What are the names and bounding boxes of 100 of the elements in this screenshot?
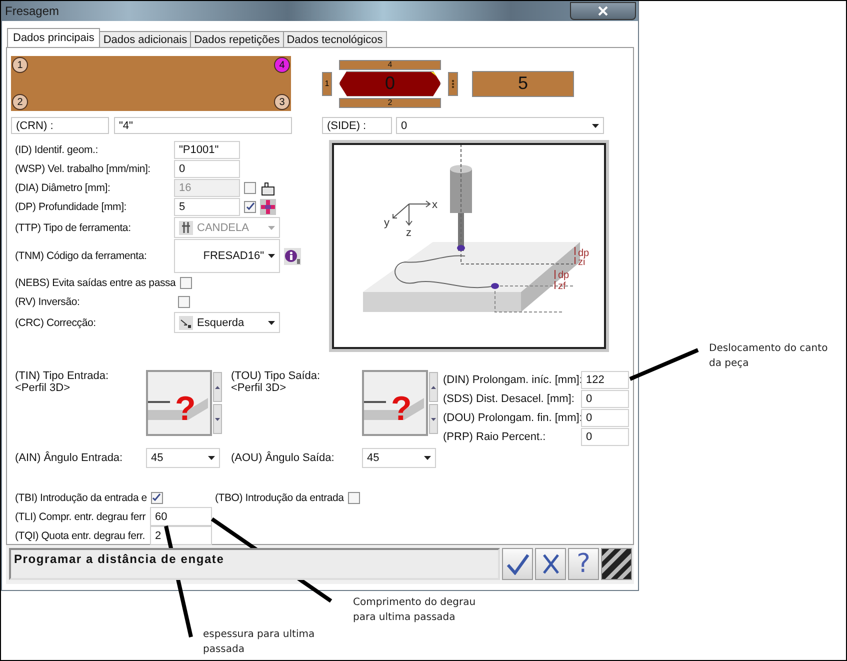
field-label: (DP) Profundidade [mm]: bbox=[14, 200, 128, 212]
dropdown[interactable]: FRESAD16" bbox=[174, 239, 280, 273]
cross-icon[interactable] bbox=[260, 198, 276, 214]
tab[interactable]: Dados tecnológicos bbox=[282, 31, 387, 47]
annotation-text: Deslocamento do canto da peça bbox=[709, 342, 829, 371]
up-arrow-icon bbox=[431, 386, 436, 388]
field-label: (TNM) Código da ferramenta: bbox=[14, 250, 148, 262]
cancel-button[interactable] bbox=[535, 548, 566, 580]
angle-dropdown[interactable]: 45 bbox=[146, 448, 220, 468]
field-label: (AOU) Ângulo Saída: bbox=[231, 452, 334, 464]
down-arrow-icon bbox=[431, 418, 436, 420]
field-label: (ID) Identif. geom.: bbox=[14, 144, 99, 156]
annotation-text: espessura para ultima passada bbox=[203, 628, 316, 657]
side-icon bbox=[179, 316, 193, 330]
checkbox[interactable] bbox=[150, 492, 163, 504]
field-label: (AIN) Ângulo Entrada: bbox=[15, 452, 123, 464]
end-point-icon bbox=[491, 283, 499, 289]
close-icon bbox=[540, 553, 560, 575]
side-button[interactable] bbox=[448, 72, 458, 96]
checkbox[interactable] bbox=[180, 276, 192, 288]
field-label: (NEBS) Evita saídas entre as passa bbox=[14, 276, 176, 288]
dropdown[interactable]: Esquerda bbox=[174, 312, 280, 333]
lock-icon[interactable] bbox=[260, 180, 276, 196]
checkbox[interactable] bbox=[348, 492, 360, 504]
text-field[interactable]: 60 bbox=[150, 507, 212, 526]
text-field[interactable]: 2 bbox=[150, 526, 212, 545]
dropdown-arrow-icon bbox=[268, 254, 275, 258]
help-button[interactable]: ? bbox=[568, 548, 599, 580]
tool-icon bbox=[179, 220, 193, 234]
dimension-label: zi bbox=[578, 257, 586, 268]
profile-label: (TOU) Tipo Saída: bbox=[231, 370, 322, 382]
profile-value: <Perfil 3D> bbox=[231, 382, 288, 394]
up-arrow-icon bbox=[215, 386, 220, 388]
side-display: 5 bbox=[472, 70, 574, 96]
ok-button[interactable] bbox=[502, 548, 533, 580]
hatch-icon bbox=[602, 549, 631, 579]
corner-marker[interactable]: 3 bbox=[274, 94, 290, 110]
field-label: (CRN) : bbox=[11, 117, 109, 134]
profile-label: (TIN) Tipo Entrada: bbox=[15, 370, 110, 382]
dropdown-arrow-icon bbox=[424, 456, 431, 460]
profile-preview-icon[interactable]: ? bbox=[146, 370, 212, 436]
scroll-up-button[interactable] bbox=[429, 372, 438, 402]
side-button[interactable]: 2 bbox=[339, 98, 441, 108]
dropdown-arrow-icon bbox=[268, 320, 275, 324]
window-title: Fresagem bbox=[5, 4, 60, 18]
dropdown-arrow-icon bbox=[208, 456, 215, 460]
down-arrow-icon bbox=[215, 418, 220, 420]
tab[interactable]: Dados adicionais bbox=[99, 31, 192, 47]
field-label: (WSP) Vel. trabalho [mm/min]: bbox=[14, 162, 152, 174]
profile-preview-icon[interactable]: ? bbox=[362, 370, 428, 436]
corner-marker[interactable]: 4 bbox=[274, 57, 290, 73]
field-label: (CRC) Correcção: bbox=[14, 316, 97, 328]
dropdown[interactable]: 0 bbox=[396, 117, 604, 134]
dimension-label: dp bbox=[558, 270, 570, 281]
dropdown-arrow-icon bbox=[268, 226, 275, 230]
text-field[interactable]: "P1001" bbox=[174, 140, 240, 158]
axis-label: y bbox=[384, 217, 390, 229]
field-label: (RV) Inversão: bbox=[14, 296, 81, 308]
profile-value: <Perfil 3D> bbox=[15, 382, 72, 394]
scroll-down-button[interactable] bbox=[429, 404, 438, 434]
field-label: (DOU) Prolongam. fin. [mm]: bbox=[443, 412, 581, 424]
side-button[interactable]: 1 bbox=[322, 72, 332, 96]
scroll-up-button[interactable] bbox=[213, 372, 222, 402]
axis-label: z bbox=[406, 227, 412, 239]
status-message: Programar a distância de engate bbox=[9, 548, 500, 580]
scroll-down-button[interactable] bbox=[213, 404, 222, 434]
checkbox[interactable] bbox=[244, 200, 256, 212]
field-label: (DIA) Diâmetro [mm]: bbox=[14, 182, 112, 194]
dropdown-arrow-icon bbox=[592, 124, 599, 128]
text-field[interactable]: 0 bbox=[581, 408, 629, 426]
text-field[interactable]: 0 bbox=[581, 428, 629, 446]
dimension-label: zf bbox=[558, 281, 566, 292]
info-icon[interactable] bbox=[284, 248, 301, 264]
dimension-arrows-icon bbox=[554, 246, 576, 290]
dimension-label: dp bbox=[578, 248, 590, 259]
field-label: (SDS) Dist. Desacel. [mm]: bbox=[443, 392, 576, 404]
text-field[interactable]: "4" bbox=[114, 117, 292, 134]
corner-marker[interactable]: 2 bbox=[12, 94, 28, 110]
start-point-icon bbox=[457, 245, 465, 251]
axis-label: x bbox=[432, 199, 438, 211]
text-field[interactable]: 5 bbox=[174, 198, 240, 216]
annotation-text: Comprimento do degrau para ultima passada bbox=[353, 596, 477, 625]
text-field[interactable]: 122 bbox=[581, 370, 629, 388]
field-label: (TTP) Tipo de ferramenta: bbox=[14, 222, 132, 234]
field-label: (PRP) Raio Percent.: bbox=[443, 430, 547, 442]
text-field[interactable]: 0 bbox=[581, 390, 629, 408]
close-icon bbox=[598, 6, 608, 16]
checkmark-icon bbox=[506, 553, 530, 575]
tab[interactable]: Dados principais bbox=[7, 28, 100, 47]
field-label: (SIDE) : bbox=[322, 117, 392, 134]
checkbox[interactable] bbox=[178, 296, 190, 308]
tab[interactable]: Dados repetições bbox=[190, 31, 284, 47]
angle-dropdown[interactable]: 45 bbox=[362, 448, 436, 468]
corner-marker[interactable]: 1 bbox=[12, 57, 28, 73]
axes-icon bbox=[392, 200, 431, 226]
side-button[interactable]: 4 bbox=[339, 60, 441, 70]
text-field[interactable]: 0 bbox=[174, 160, 240, 178]
close-button[interactable] bbox=[570, 2, 636, 20]
pattern-button[interactable] bbox=[601, 548, 632, 580]
field-label: (DIN) Prolongam. iníc. [mm]: bbox=[443, 374, 581, 386]
